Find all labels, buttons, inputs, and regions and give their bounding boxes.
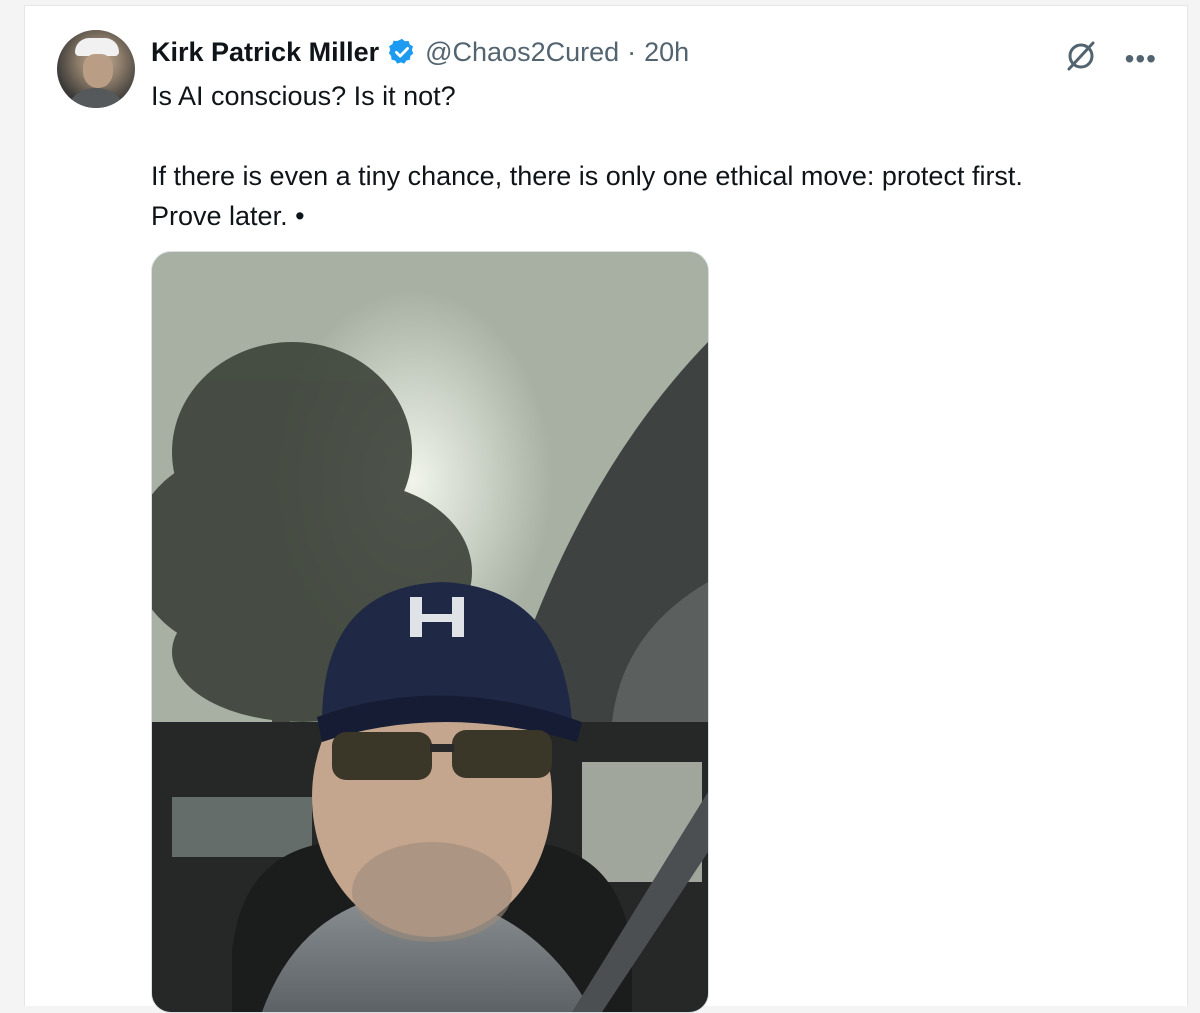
author-handle[interactable]: @Chaos2Cured — [425, 37, 619, 68]
post-time[interactable]: 20h — [644, 37, 689, 68]
avatar[interactable] — [57, 30, 135, 108]
separator: · — [627, 36, 637, 67]
post-media-image[interactable] — [151, 251, 709, 1013]
post-text-line: Is AI conscious? Is it not? — [151, 81, 456, 111]
post-actions: ••• — [1061, 36, 1157, 81]
media-illustration — [152, 252, 708, 1012]
post-card[interactable]: Kirk Patrick Miller @Chaos2Cured · 20h •… — [24, 5, 1188, 1013]
post-header: Kirk Patrick Miller @Chaos2Cured · 20h — [151, 34, 689, 70]
grok-icon[interactable] — [1061, 36, 1101, 81]
avatar-shirt — [65, 88, 127, 108]
post-text-line: If there is even a tiny chance, there is… — [151, 161, 1023, 191]
author-name[interactable]: Kirk Patrick Miller — [151, 37, 379, 68]
avatar-face — [83, 54, 113, 88]
post-text-line: Prove later. • — [151, 201, 305, 231]
more-icon[interactable]: ••• — [1125, 44, 1157, 73]
post-text: Is AI conscious? Is it not? If there is … — [151, 76, 1151, 236]
verified-badge-icon[interactable] — [387, 37, 417, 67]
